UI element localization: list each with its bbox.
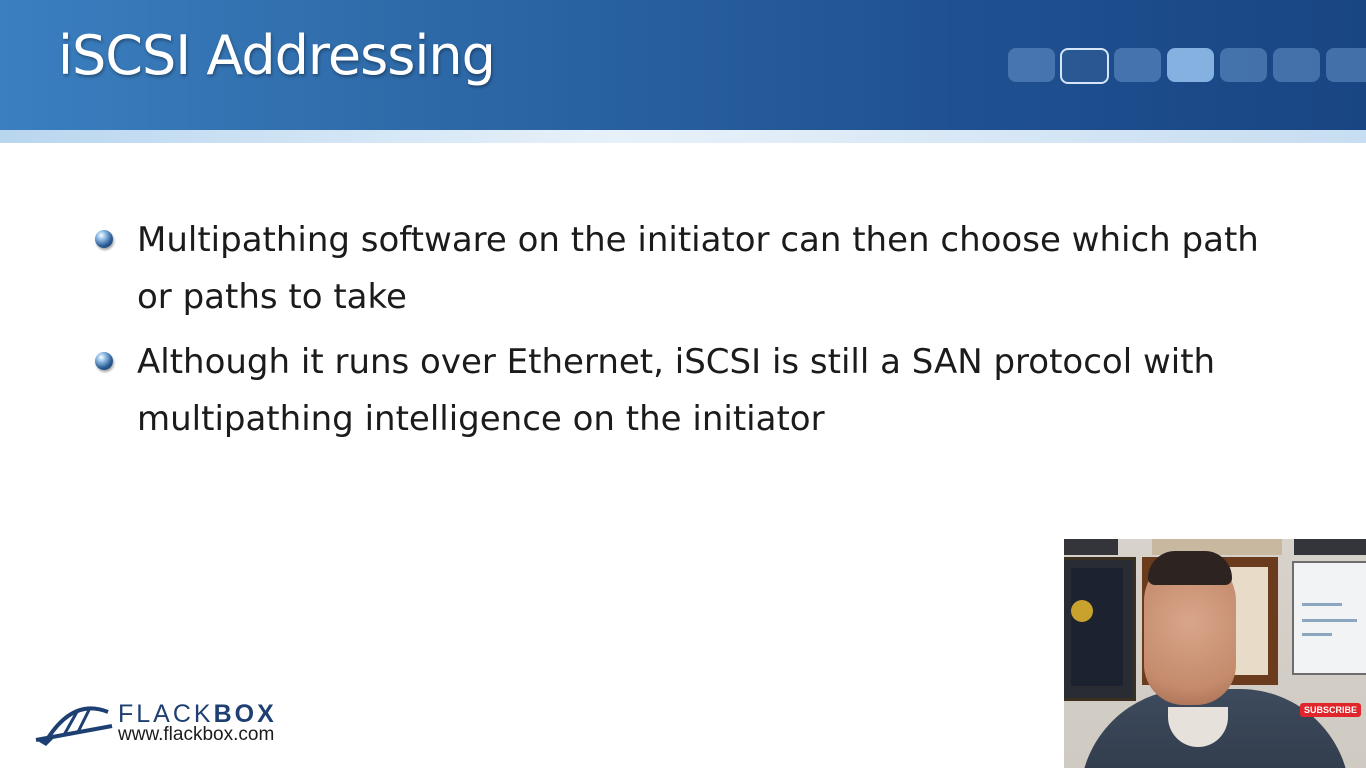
bullet-icon (95, 230, 113, 248)
bullet-item: Although it runs over Ethernet, iSCSI is… (95, 334, 1285, 448)
bridge-logo-icon (35, 706, 113, 746)
header-tile (1008, 48, 1055, 82)
header-tile-highlight (1167, 48, 1214, 82)
presenter-hair (1148, 551, 1232, 585)
header-tile-outlined (1060, 48, 1109, 84)
wall-frame (1064, 539, 1118, 555)
certificate-line (1302, 619, 1357, 622)
presenter-video: SUBSCRIBE (1064, 539, 1366, 768)
bullet-text: Although it runs over Ethernet, iSCSI is… (137, 342, 1216, 439)
wall-frame (1294, 539, 1366, 555)
certificate-frame (1292, 561, 1366, 675)
header-stripe (0, 130, 1366, 143)
certificate-seal (1071, 600, 1093, 622)
logo-url: www.flackbox.com (118, 724, 275, 745)
slide-header: iSCSI Addressing (0, 0, 1366, 143)
header-tile (1326, 48, 1366, 82)
certificate-line (1302, 603, 1342, 606)
header-tile (1114, 48, 1161, 82)
bullet-list: Multipathing software on the initiator c… (95, 212, 1285, 456)
header-tile (1220, 48, 1267, 82)
certificate-frame (1064, 557, 1136, 701)
subscribe-button[interactable]: SUBSCRIBE (1300, 703, 1362, 717)
header-tile (1273, 48, 1320, 82)
slide-title: iSCSI Addressing (58, 24, 496, 87)
bullet-icon (95, 352, 113, 370)
certificate-plaque (1071, 568, 1123, 686)
bullet-item: Multipathing software on the initiator c… (95, 212, 1285, 326)
certificate-line (1302, 633, 1332, 636)
bullet-text: Multipathing software on the initiator c… (137, 220, 1259, 317)
flackbox-logo: FLACKBOX www.flackbox.com (34, 700, 294, 746)
